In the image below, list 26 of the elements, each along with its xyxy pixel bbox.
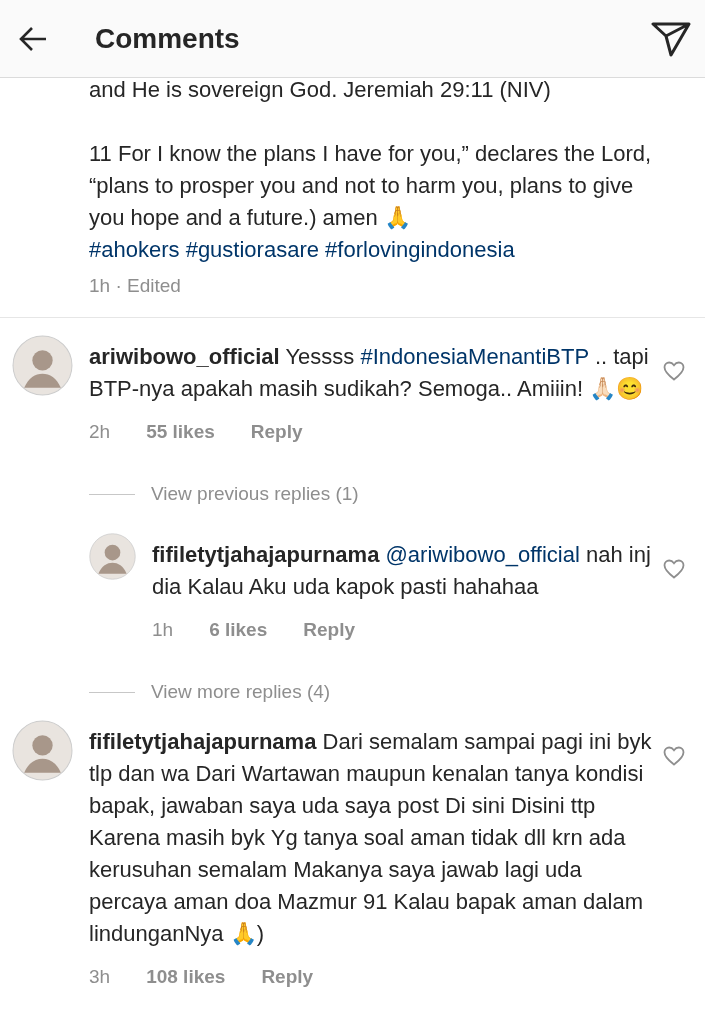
avatar[interactable] [89, 533, 136, 580]
caption-text: and He is sovereign God. Jeremiah 29:11 (NIV) [89, 76, 552, 104]
comment-text: fifiletytjahajapurnama @ariwibowo_official nah inj dia Kalau Aku uda kapok pasti hahahaa [152, 541, 652, 601]
back-icon[interactable] [18, 25, 48, 52]
hashtag-link[interactable]: #ahokers [89, 237, 180, 262]
heart-icon[interactable] [663, 559, 685, 579]
avatar[interactable] [12, 335, 73, 396]
hashtag-link[interactable]: #gustiorasare [185, 237, 319, 262]
heart-icon[interactable] [663, 361, 685, 381]
username-link[interactable]: fifiletytjahajapurnama [89, 729, 317, 754]
comment-time: 3h [89, 966, 111, 988]
comment-text: ariwibowo_official Yessss #IndonesiaMenantiBTP .. tapi BTP-nya apakah masih sudikah? Semoga.. Amiiin! 🙏🏻😊 [89, 343, 650, 403]
comment-time: 2h [89, 421, 111, 443]
mention-link[interactable]: #IndonesiaMenantiBTP [360, 344, 589, 369]
username-link[interactable]: fifiletytjahajapurnama [152, 542, 380, 567]
username-link[interactable]: ariwibowo_official [89, 344, 280, 369]
comment-time: 1h [152, 619, 174, 641]
heart-icon[interactable] [663, 746, 685, 766]
caption-meta: 1h · Edited [89, 275, 182, 297]
comment-text: fifiletytjahajapurnama Dari semalam sampai pagi ini byk tlp dan wa Dari Wartawan maupun kenalan tanya kondisi bapak, jawaban saya uda saya post Di sini Disini ttp Karena masih byk Yg tanya soal aman tidak dll krn ada kerusuhan semalam Makanya saya jawab lagi uda percaya aman doa Mazmur 91 Kalau bapak aman dalam lindunganNya 🙏) [89, 728, 653, 948]
mention-link[interactable]: @ariwibowo_official [385, 542, 580, 567]
header-title: Comments [95, 22, 241, 55]
caption-text: 11 For I know the plans I have for you,” declares the Lord, “plans to prosper you and not to harm you, plans to give you hope and a future.) amen 🙏 [89, 140, 653, 232]
send-icon[interactable] [651, 20, 691, 57]
avatar[interactable] [12, 720, 73, 781]
hashtag-link[interactable]: #forlovingindonesia [325, 237, 515, 262]
